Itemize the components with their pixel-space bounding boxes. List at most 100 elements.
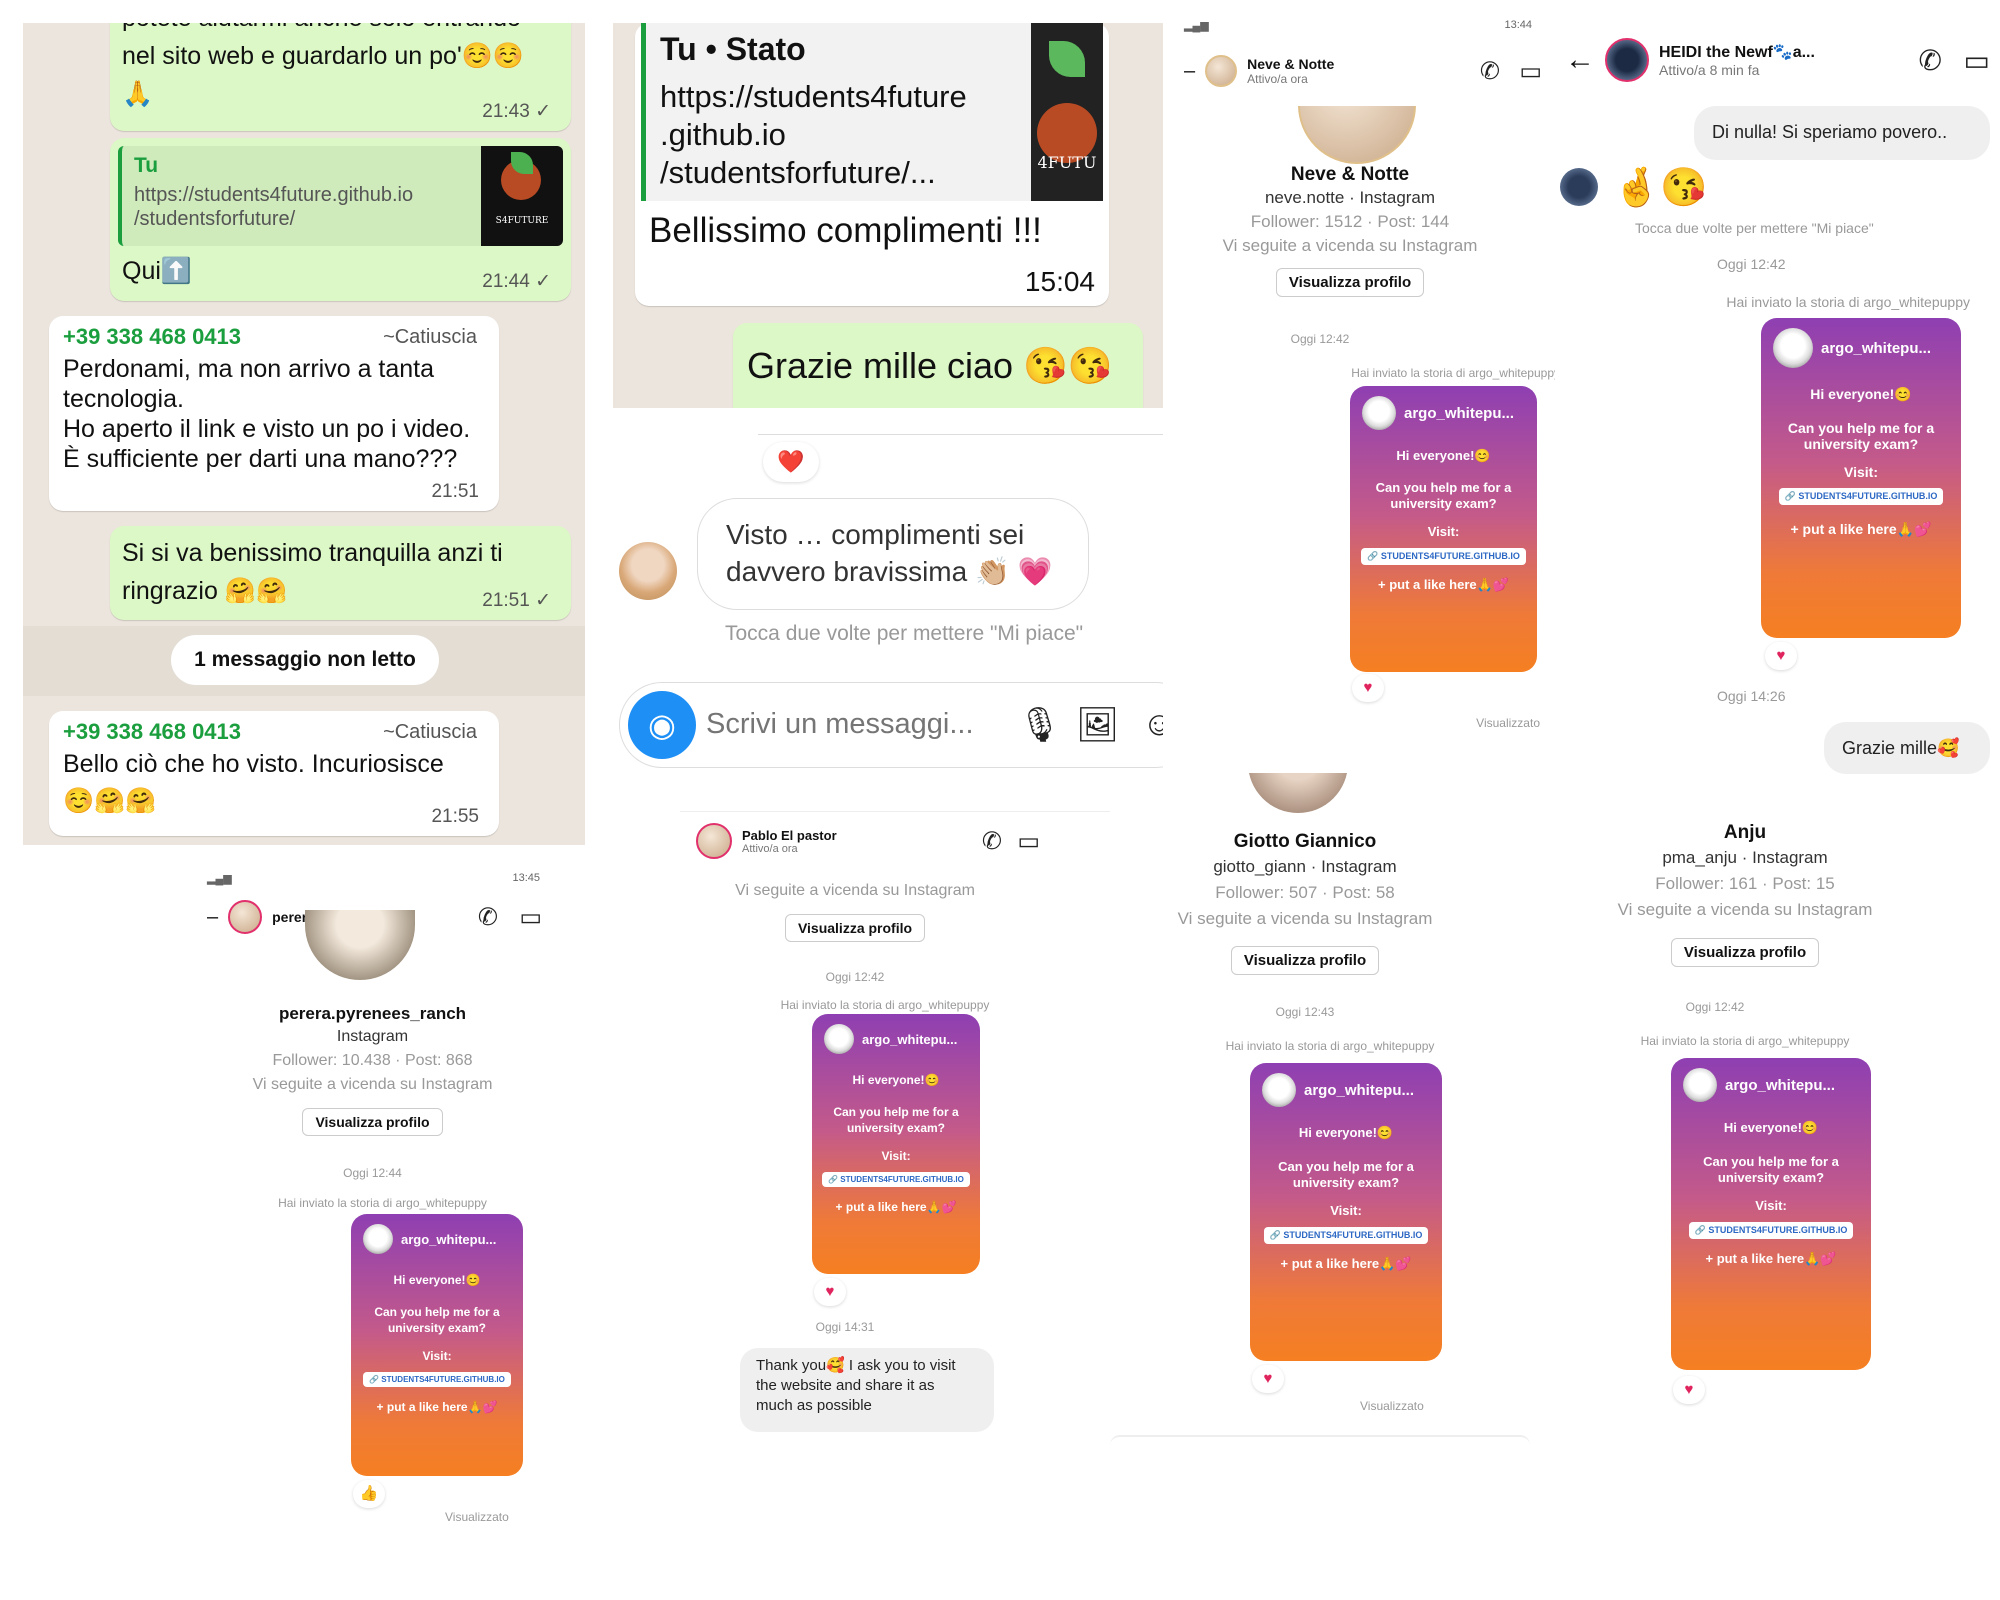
story-link-sticker[interactable]: 🔗 STUDENTS4FUTURE.GITHUB.IO [363,1372,511,1387]
date-separator: Oggi 12:43 [1275,1005,1335,1019]
emoji-message[interactable]: 🤞😘 [1613,166,1708,210]
quoted-status[interactable]: Tu • Stato https://students4future .gith… [641,23,1103,201]
story-text: Hi everyone!😊 [1396,448,1491,463]
profile-name: Neve & Notte [1290,164,1410,185]
chat-header: – Neve & Notte Attivo/a ora ✆ ▭ [1180,44,1560,98]
sender-phone[interactable]: +39 338 468 0413 [63,719,241,745]
quote-link-line: https://students4future [660,79,967,114]
view-profile-button[interactable]: Visualizza profilo [784,914,926,942]
story-text: Hi everyone!😊 [852,1073,940,1087]
message-bubble[interactable]: +39 338 468 0413 ~Catiuscia Perdonami, m… [49,316,499,511]
view-profile-button[interactable]: Visualizza profilo [1275,268,1425,297]
phone-icon[interactable]: ✆ [982,827,1002,856]
divider [758,434,1163,435]
message-time: 21:55 [431,806,479,827]
comment-text: davvero bravissima 👏🏼 💗 [726,556,1053,587]
story-text: university exam? [1390,496,1497,511]
profile-photo [1248,773,1348,813]
story-card[interactable]: argo_whitepu... Hi everyone!😊 Can you he… [1350,386,1537,672]
view-profile-button[interactable]: Visualizza profilo [302,1108,443,1136]
message-input[interactable] [706,701,996,747]
header-titles: Pablo El pastor Attivo/a ora [742,828,837,855]
message-bubble[interactable]: Thank you🥰 I ask you to visit the websit… [740,1348,994,1432]
story-link-sticker[interactable]: 🔗 STUDENTS4FUTURE.GITHUB.IO [822,1172,970,1187]
phone-icon[interactable]: ✆ [1919,44,1942,77]
heart-reaction[interactable]: ❤️ [763,442,819,482]
story-text: Can you help me for a [1278,1159,1414,1174]
video-call-icon[interactable]: ▭ [519,903,542,932]
status-bar [680,800,1110,812]
header-titles: HEIDI the Newf🐾a... Attivo/a 8 min fa [1659,42,1815,78]
story-text: + put a like here🙏💕 [1790,521,1932,537]
avatar[interactable] [696,823,732,859]
date-separator: Oggi 12:42 [1685,1000,1745,1014]
phone-icon[interactable]: ✆ [1480,57,1500,86]
message-bubble[interactable]: potete aiutarmi anche solo entrando nel … [110,23,571,131]
story-card[interactable]: argo_whitepu... Hi everyone!😊 Can you he… [1761,318,1961,638]
clock: 13:44 [1504,19,1532,31]
back-icon[interactable]: – [207,906,218,929]
message-text: the website and share it as [756,1377,935,1394]
story-text: Can you help me for a [833,1105,959,1119]
story-card[interactable]: argo_whitepu... Hi everyone!😊 Can you he… [812,1014,980,1274]
sender-phone[interactable]: +39 338 468 0413 [63,324,241,350]
story-share-note: Hai inviato la storia di argo_whitepuppy [1726,294,1970,310]
heart-reaction[interactable]: ♥ [814,1278,846,1306]
heart-reaction[interactable]: ♥ [1765,642,1797,670]
phone-icon[interactable]: ✆ [478,903,498,932]
avatar[interactable] [1560,168,1598,206]
message-text: much as possible [756,1397,872,1414]
story-text: university exam? [1717,1170,1825,1185]
avatar[interactable] [1605,38,1649,82]
story-link-sticker[interactable]: 🔗 STUDENTS4FUTURE.GITHUB.IO [1263,1227,1429,1244]
back-icon[interactable]: – [1184,60,1195,83]
header-status: Attivo/a ora [742,842,798,855]
message-text: nel sito web e guardarlo un po'☺️☺️ [122,42,524,70]
profile-button-wrap: Visualizza profilo [1180,268,1520,297]
story-username: argo_whitepu... [1821,339,1932,357]
avatar[interactable] [228,900,263,934]
message-bubble[interactable]: Tu https://students4future.github.io /st… [110,138,571,301]
message-bubble[interactable]: Grazie mille ciao 😘😘 [733,323,1143,408]
gallery-icon[interactable]: 🖼 [1076,705,1119,745]
story-link-sticker[interactable]: 🔗 STUDENTS4FUTURE.GITHUB.IO [1361,548,1526,565]
microphone-icon[interactable]: 🎙 [1018,705,1061,745]
message-text: Si si va benissimo tranquilla anzi ti [122,539,503,567]
message-bubble[interactable]: Grazie mille🥰 [1824,722,1990,774]
avatar[interactable] [619,542,677,600]
sticker-icon[interactable]: ☺ [1142,705,1163,744]
logo-text: 4FUTU [1037,153,1097,172]
video-call-icon[interactable]: ▭ [1017,827,1040,856]
message-bubble[interactable]: Si si va benissimo tranquilla anzi ti ri… [110,526,571,620]
thumbs-up-reaction[interactable]: 👍 [353,1480,385,1508]
camera-button[interactable]: ◉ [628,691,696,759]
instagram-comment-panel: ❤️ Visto … complimenti sei davvero bravi… [613,420,1163,770]
comment-bubble[interactable]: Visto … complimenti sei davvero bravissi… [697,498,1089,610]
story-text: + put a like here🙏💕 [1378,577,1509,592]
story-card[interactable]: argo_whitepu... Hi everyone!😊 Can you he… [1671,1058,1871,1370]
message-text: ringrazio 🤗🤗 [122,577,288,605]
profile-handle: neve.notte · Instagram [1264,188,1436,207]
story-card-header: argo_whitepu... [1350,386,1537,436]
video-call-icon[interactable]: ▭ [1519,57,1542,86]
message-text: Qui⬆️ [122,257,193,285]
avatar[interactable] [1205,55,1238,87]
view-profile-button[interactable]: Visualizza profilo [1670,938,1820,967]
message-bubble[interactable]: +39 338 468 0413 ~Catiuscia Bello ciò ch… [49,711,499,836]
quoted-link-preview[interactable]: Tu https://students4future.github.io /st… [118,146,563,246]
video-call-icon[interactable]: ▭ [1964,44,1990,77]
message-bubble[interactable]: Di nulla! Si speriamo povero.. [1694,106,1990,160]
back-arrow-icon[interactable]: ← [1565,43,1595,77]
heart-reaction[interactable]: ♥ [1673,1376,1705,1404]
heart-reaction[interactable]: ♥ [1252,1365,1284,1393]
heart-reaction[interactable]: ♥ [1352,674,1384,702]
story-link-sticker[interactable]: 🔗 STUDENTS4FUTURE.GITHUB.IO [1688,1222,1854,1239]
story-link-sticker[interactable]: 🔗 STUDENTS4FUTURE.GITHUB.IO [1778,488,1944,505]
view-profile-button[interactable]: Visualizza profilo [1230,946,1380,975]
instagram-dm-perera: ▂▄▆ 13:45 – perera.pyrenees_ra... ✆ ▭ pe… [195,870,570,1530]
story-card[interactable]: argo_whitepu... Hi everyone!😊 Can you he… [351,1214,523,1476]
story-text: Visit: [1755,1198,1787,1213]
story-card[interactable]: argo_whitepu... Hi everyone!😊 Can you he… [1250,1063,1442,1361]
message-bubble[interactable]: Tu • Stato https://students4future .gith… [635,23,1109,306]
date-separator: Oggi 12:42 [825,970,885,984]
